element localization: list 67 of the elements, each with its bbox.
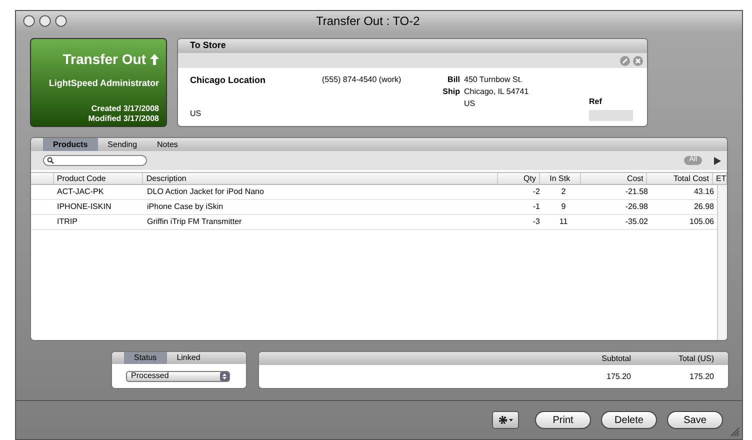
table-cell-text: 2	[560, 186, 567, 198]
resize-grip-icon[interactable]	[730, 427, 740, 437]
table-cell-text: 105.06	[688, 216, 715, 228]
tab[interactable]: Linked	[166, 352, 210, 364]
ref-label: Ref	[589, 96, 603, 108]
window-control-icon[interactable]	[55, 15, 67, 27]
column-header[interactable]: ET	[713, 173, 727, 184]
address-line: US	[464, 98, 476, 110]
total-value: 175.20	[688, 370, 714, 382]
column-header[interactable]: Qty	[498, 173, 540, 184]
address-line: Chicago, IL 54741	[464, 86, 530, 98]
table-cell-text: IPHONE-ISKIN	[56, 201, 112, 213]
tab[interactable]: Notes	[147, 138, 188, 151]
table-cell-text: -35.02	[624, 216, 649, 228]
tab[interactable]: Status	[124, 352, 167, 364]
created-date: Created 3/17/2008	[91, 104, 159, 114]
column-header[interactable]: Cost	[580, 173, 648, 184]
table-cell-text: 26.98	[692, 201, 715, 213]
up-arrow-icon	[150, 54, 159, 65]
store-tab[interactable]: To Store	[178, 39, 238, 53]
tab[interactable]: Sending	[98, 138, 148, 151]
table-cell-text: DLO Action Jacket for iPod Nano	[146, 186, 265, 198]
ref-field[interactable]	[589, 110, 633, 121]
total-value: 175.20	[606, 370, 631, 382]
play-icon[interactable]	[714, 156, 721, 164]
window-control-icon[interactable]	[23, 15, 35, 27]
store-country: US	[190, 108, 202, 120]
close-icon[interactable]	[633, 56, 643, 66]
action-button[interactable]: Save	[667, 411, 723, 429]
address-line: 450 Turnbow St.	[464, 74, 524, 86]
column-header[interactable]: Description	[143, 173, 498, 184]
modified-date: Modified 3/17/2008	[88, 114, 159, 124]
table-cell-text: ACT-JAC-PK	[56, 186, 105, 198]
search-icon	[47, 157, 54, 164]
action-menu-button[interactable]	[492, 411, 519, 429]
phone-number: (555) 874-4540 (work)	[322, 74, 402, 86]
table-cell-text: -3	[532, 216, 541, 228]
table-cell-text: -2	[532, 186, 541, 198]
stepper-icon	[220, 372, 229, 380]
user-name: LightSpeed Administrator	[48, 77, 159, 90]
table-cell-text: -1	[532, 201, 541, 213]
table-cell-text: Griffin iTrip FM Transmitter	[146, 216, 243, 228]
table-cell-text: 43.16	[692, 186, 715, 198]
table-cell-text: ITRIP	[56, 216, 78, 228]
ship-label: Ship	[442, 86, 460, 98]
table-cell-text: -21.58	[624, 186, 649, 198]
table-cell-text: -26.98	[624, 201, 649, 213]
search-field[interactable]	[43, 155, 147, 166]
bill-label: Bill	[448, 74, 460, 86]
totals-header: Subtotal	[600, 352, 631, 364]
action-button[interactable]: Print	[535, 411, 591, 429]
table-cell-text: iPhone Case by iSkin	[146, 201, 224, 213]
table-cell-text: 9	[560, 201, 567, 213]
column-header[interactable]: Product Code	[54, 173, 144, 184]
window-control-icon[interactable]	[39, 15, 51, 27]
column-header[interactable]: In Stk	[540, 173, 581, 184]
tab[interactable]: Products	[43, 138, 98, 151]
edit-icon[interactable]	[620, 56, 630, 66]
column-header[interactable]: Total Cost	[647, 173, 714, 184]
table-cell-text: 11	[558, 216, 569, 228]
action-button[interactable]: Delete	[601, 411, 657, 429]
gear-icon	[498, 415, 514, 425]
status-select[interactable]: Processed	[126, 370, 230, 382]
store-name: Chicago Location	[190, 74, 267, 87]
window-title: Transfer Out : TO-2	[316, 13, 420, 30]
card-title: Transfer Out	[62, 50, 146, 69]
totals-header: Total (US)	[677, 352, 714, 365]
